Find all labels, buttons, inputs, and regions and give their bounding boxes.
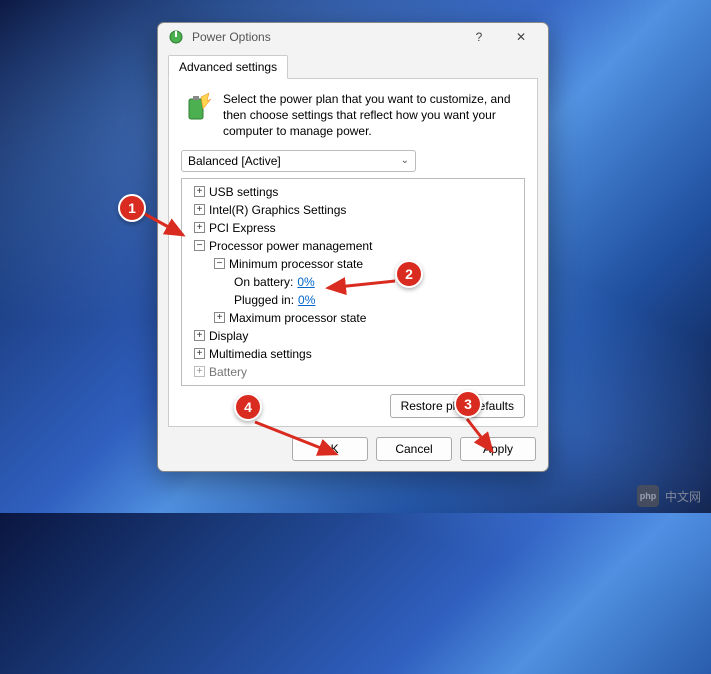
power-plan-select[interactable]: Balanced [Active] ⌄ (181, 150, 416, 172)
expand-icon[interactable]: + (194, 204, 205, 215)
collapse-icon[interactable]: − (194, 240, 205, 251)
watermark: php 中文网 (637, 485, 701, 507)
annotation-3: 3 (454, 390, 482, 418)
window-title: Power Options (192, 30, 458, 44)
cancel-button[interactable]: Cancel (376, 437, 452, 461)
help-button[interactable]: ? (458, 23, 500, 51)
value-on-battery[interactable]: 0% (297, 275, 314, 289)
apply-button[interactable]: Apply (460, 437, 536, 461)
node-usb-settings[interactable]: USB settings (209, 185, 278, 199)
chevron-down-icon: ⌄ (401, 155, 409, 166)
node-intel-graphics[interactable]: Intel(R) Graphics Settings (209, 203, 346, 217)
label-plugged-in: Plugged in: (234, 293, 294, 307)
expand-icon[interactable]: + (214, 312, 225, 323)
tab-content: Select the power plan that you want to c… (168, 79, 538, 427)
power-options-dialog: Power Options ? ✕ Advanced settings Sele… (157, 22, 549, 472)
annotation-4: 4 (234, 393, 262, 421)
label-on-battery: On battery: (234, 275, 293, 289)
node-maximum-processor-state[interactable]: Maximum processor state (229, 311, 366, 325)
plan-select-value: Balanced [Active] (188, 154, 281, 168)
expand-icon[interactable]: + (194, 222, 205, 233)
ok-button[interactable]: OK (292, 437, 368, 461)
node-pci-express[interactable]: PCI Express (209, 221, 276, 235)
node-minimum-processor-state[interactable]: Minimum processor state (229, 257, 363, 271)
expand-icon[interactable]: + (194, 186, 205, 197)
expand-icon[interactable]: + (194, 348, 205, 359)
tab-advanced-settings[interactable]: Advanced settings (168, 55, 288, 79)
value-plugged-in[interactable]: 0% (298, 293, 315, 307)
expand-icon[interactable]: + (194, 330, 205, 341)
node-multimedia-settings[interactable]: Multimedia settings (209, 347, 312, 361)
expand-icon[interactable]: + (194, 366, 205, 377)
close-button[interactable]: ✕ (500, 23, 542, 51)
node-display[interactable]: Display (209, 329, 248, 343)
annotation-1: 1 (118, 194, 146, 222)
node-processor-power-management[interactable]: Processor power management (209, 239, 372, 253)
node-battery[interactable]: Battery (209, 365, 247, 379)
collapse-icon[interactable]: − (214, 258, 225, 269)
intro-text: Select the power plan that you want to c… (223, 91, 525, 140)
titlebar[interactable]: Power Options ? ✕ (158, 23, 548, 51)
tabstrip: Advanced settings (168, 55, 538, 79)
settings-tree[interactable]: + USB settings + Intel(R) Graphics Setting… (181, 178, 525, 386)
watermark-logo: php (637, 485, 659, 507)
power-icon (168, 29, 184, 45)
battery-icon (181, 91, 213, 140)
dialog-button-row: OK Cancel Apply (158, 437, 548, 473)
watermark-text: 中文网 (665, 488, 701, 505)
annotation-2: 2 (395, 260, 423, 288)
